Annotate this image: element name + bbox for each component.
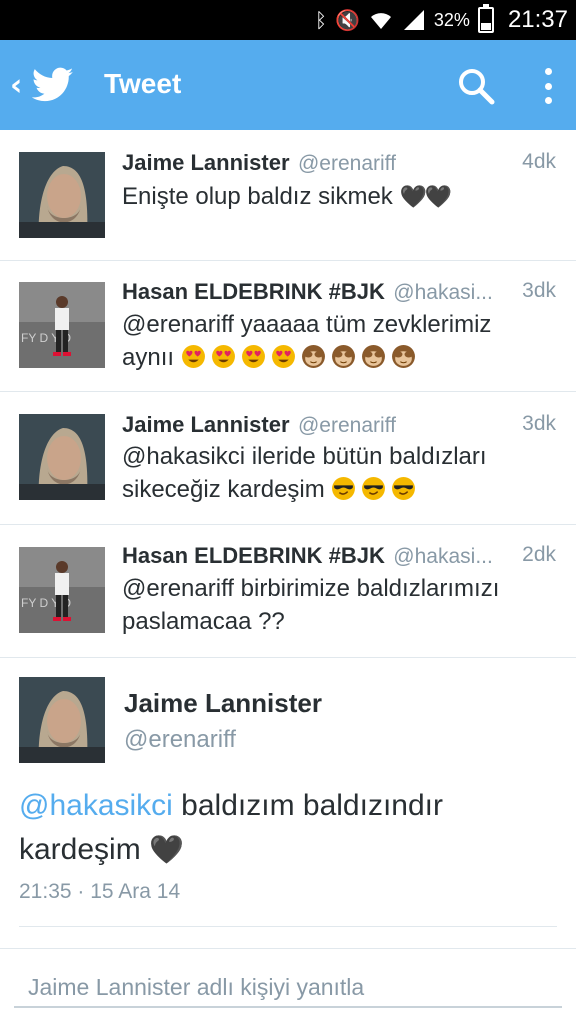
battery-percent: 32% bbox=[433, 9, 470, 30]
jaime-avatar[interactable] bbox=[19, 414, 105, 500]
tweet-time: 3dk bbox=[522, 412, 556, 435]
author-name[interactable]: Jaime Lannister bbox=[122, 150, 290, 175]
jaime-avatar[interactable] bbox=[19, 152, 105, 238]
emoji-row bbox=[181, 344, 421, 371]
clock: 21:37 bbox=[507, 6, 568, 33]
status-bar: ᛒ 🔇 32% 21:37 bbox=[0, 0, 576, 40]
action-bar: ‹ Tweet bbox=[0, 40, 576, 130]
black-heart-emoji: 🖤🖤 bbox=[399, 185, 452, 210]
tweet-time: 4dk bbox=[522, 150, 556, 173]
see-no-evil-monkey-emoji bbox=[361, 345, 385, 368]
tweet-item[interactable]: FY D Y D Hasan ELDEBRINK #BJK @hakasi...… bbox=[0, 525, 576, 658]
detail-author-name[interactable]: Jaime Lannister bbox=[124, 688, 322, 719]
reply-input[interactable]: Jaime Lannister adlı kişiyi yanıtla bbox=[14, 966, 562, 1008]
tweet-text: @hakasikci ileride bütün baldızları sike… bbox=[122, 440, 546, 506]
author-name[interactable]: Hasan ELDEBRINK #BJK bbox=[122, 543, 385, 568]
jaime-avatar[interactable] bbox=[19, 677, 105, 763]
overflow-menu-icon[interactable] bbox=[532, 64, 564, 108]
tweet-header: Hasan ELDEBRINK #BJK @hakasi... 3dk bbox=[122, 279, 558, 309]
tweet-text-content: Enişte olup baldız sikmek bbox=[122, 183, 393, 210]
author-handle[interactable]: @hakasi... bbox=[393, 281, 493, 304]
detail-author-handle[interactable]: @erenariff bbox=[124, 726, 236, 754]
tweet-time: 3dk bbox=[522, 279, 556, 302]
black-heart-emoji: 🖤 bbox=[149, 833, 184, 866]
tweet-header: Jaime Lannister @erenariff 4dk bbox=[122, 150, 558, 180]
battery-icon bbox=[477, 4, 494, 33]
twitter-bird-icon bbox=[32, 67, 74, 102]
hasan-avatar[interactable]: FY D Y D bbox=[19, 547, 105, 633]
author-handle[interactable]: @erenariff bbox=[298, 414, 396, 437]
tweet-header: Jaime Lannister @erenariff 3dk bbox=[122, 412, 558, 442]
author-handle[interactable]: @erenariff bbox=[298, 152, 396, 175]
divider bbox=[0, 948, 576, 949]
see-no-evil-monkey-emoji bbox=[391, 345, 415, 368]
mention-link[interactable]: @hakasikci bbox=[19, 789, 173, 822]
signal-icon bbox=[403, 10, 424, 30]
tweet-item[interactable]: Jaime Lannister @erenariff 4dk Enişte ol… bbox=[0, 130, 576, 261]
mute-icon: 🔇 bbox=[335, 8, 360, 32]
bluetooth-icon: ᛒ bbox=[315, 8, 327, 32]
tweet-text-content: @hakasikci ileride bütün baldızları sike… bbox=[122, 443, 487, 503]
tweet-timestamp: 21:35 · 15 Ara 14 bbox=[19, 880, 181, 903]
tweet-text: @erenariff yaaaaa tüm zevklerimiz aynıı bbox=[122, 308, 546, 374]
wifi-icon bbox=[370, 13, 391, 29]
author-name[interactable]: Hasan ELDEBRINK #BJK bbox=[122, 279, 385, 304]
divider bbox=[19, 926, 557, 927]
see-no-evil-monkey-emoji bbox=[331, 345, 355, 368]
search-icon[interactable] bbox=[452, 62, 500, 110]
tweet-header: Hasan ELDEBRINK #BJK @hakasi... 2dk bbox=[122, 543, 558, 573]
tweet-item[interactable]: Jaime Lannister @erenariff 3dk @hakasikc… bbox=[0, 392, 576, 525]
author-handle[interactable]: @hakasi... bbox=[393, 545, 493, 568]
heart-eyes-emoji bbox=[241, 345, 265, 368]
sunglasses-face-emoji bbox=[332, 477, 356, 500]
tweet-item[interactable]: FY D Y D Hasan ELDEBRINK #BJK @hakasi...… bbox=[0, 261, 576, 392]
see-no-evil-monkey-emoji bbox=[301, 345, 325, 368]
detail-tweet-text: @hakasikci baldızım baldızındır kardeşim… bbox=[19, 784, 559, 872]
tweet-text: @erenariff birbirimize baldızlarımızı pa… bbox=[122, 572, 546, 638]
sunglasses-face-emoji bbox=[392, 477, 416, 500]
author-name[interactable]: Jaime Lannister bbox=[122, 412, 290, 437]
page-title: Tweet bbox=[104, 68, 182, 99]
heart-eyes-emoji bbox=[271, 345, 295, 368]
sunglasses-face-emoji bbox=[362, 477, 386, 500]
back-button[interactable]: ‹ bbox=[6, 40, 96, 130]
heart-eyes-emoji bbox=[181, 345, 205, 368]
tweet-text-content: @erenariff birbirimize baldızlarımızı pa… bbox=[122, 575, 500, 635]
hasan-avatar[interactable]: FY D Y D bbox=[19, 282, 105, 368]
emoji-row bbox=[331, 476, 421, 503]
tweet-text: Enişte olup baldız sikmek 🖤🖤 bbox=[122, 180, 546, 214]
tweet-time: 2dk bbox=[522, 543, 556, 566]
heart-eyes-emoji bbox=[211, 345, 235, 368]
back-icon: ‹ bbox=[10, 67, 23, 103]
status-icons: ᛒ 🔇 32% 21:37 bbox=[315, 0, 568, 40]
